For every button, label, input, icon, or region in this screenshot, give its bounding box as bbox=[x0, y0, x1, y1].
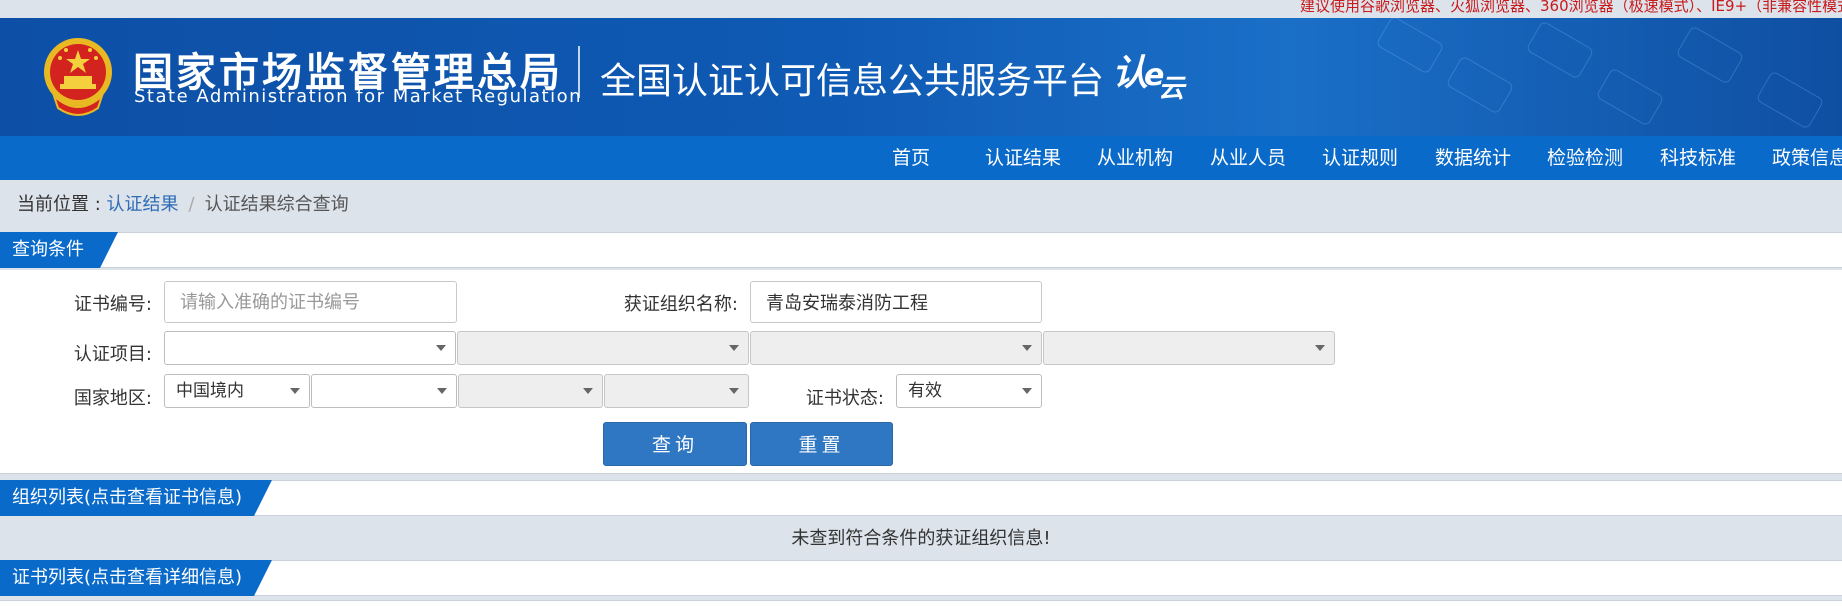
region-select-country[interactable]: 中国境内 bbox=[164, 374, 310, 408]
breadcrumb-link-cert-results[interactable]: 认证结果 bbox=[107, 194, 179, 215]
org-list-panel-header: 组织列表(点击查看证书信息) bbox=[0, 480, 1842, 516]
chevron-down-icon bbox=[583, 388, 593, 394]
breadcrumb: 当前位置 : 认证结果 / 认证结果综合查询 bbox=[17, 190, 349, 216]
decorative-hexagon bbox=[1525, 20, 1595, 80]
chevron-down-icon bbox=[437, 388, 447, 394]
chevron-down-icon bbox=[729, 388, 739, 394]
nav-item-home[interactable]: 首页 bbox=[892, 136, 930, 180]
select-value: 有效 bbox=[908, 381, 942, 401]
region-select-province[interactable] bbox=[311, 374, 457, 408]
breadcrumb-prefix: 当前位置 : bbox=[17, 194, 107, 215]
cert-project-select-1[interactable] bbox=[164, 331, 456, 365]
cert-project-select-4[interactable] bbox=[1043, 331, 1335, 365]
cert-list-panel-header: 证书列表(点击查看详细信息) bbox=[0, 560, 1842, 596]
header-divider bbox=[578, 46, 580, 98]
decorative-hexagon bbox=[1375, 18, 1445, 75]
browser-notice-bar: 建议使用谷歌浏览器、火狐浏览器、360浏览器（极速模式）、IE9+（非兼容性模式… bbox=[0, 0, 1842, 18]
select-value: 中国境内 bbox=[176, 381, 244, 401]
nav-item-cert-rules[interactable]: 认证规则 bbox=[1322, 136, 1398, 180]
search-button[interactable]: 查询 bbox=[603, 422, 747, 466]
site-header: 国家市场监督管理总局 State Administration for Mark… bbox=[0, 18, 1842, 136]
cert-status-select[interactable]: 有效 bbox=[896, 374, 1042, 408]
region-select-district[interactable] bbox=[604, 374, 749, 408]
cert-project-select-2[interactable] bbox=[457, 331, 749, 365]
org-list-panel-title: 组织列表(点击查看证书信息) bbox=[0, 480, 272, 516]
breadcrumb-current: 认证结果综合查询 bbox=[204, 194, 349, 215]
nav-item-policy[interactable]: 政策信息 bbox=[1772, 136, 1842, 180]
decorative-hexagon bbox=[1595, 67, 1665, 127]
chevron-down-icon bbox=[290, 388, 300, 394]
nav-item-tech-standards[interactable]: 科技标准 bbox=[1660, 136, 1736, 180]
chevron-down-icon bbox=[436, 345, 446, 351]
brand-logo-part: 认 bbox=[1112, 53, 1149, 94]
region-select-city[interactable] bbox=[458, 374, 603, 408]
org-name-en: State Administration for Market Regulati… bbox=[134, 86, 582, 107]
query-panel-title: 查询条件 bbox=[0, 232, 118, 268]
query-form: 证书编号: 获证组织名称: 认证项目: 国家地区: 中国境内 证书状态: 有效 … bbox=[0, 270, 1842, 474]
cert-no-input[interactable] bbox=[164, 281, 457, 323]
nav-item-institutions[interactable]: 从业机构 bbox=[1097, 136, 1173, 180]
cert-project-select-3[interactable] bbox=[750, 331, 1042, 365]
brand-logo-part: 云 bbox=[1158, 74, 1185, 104]
main-nav: 首页 认证结果 从业机构 从业人员 认证规则 数据统计 检验检测 科技标准 政策… bbox=[0, 136, 1842, 180]
decorative-hexagon bbox=[1755, 70, 1825, 130]
cert-project-label: 认证项目: bbox=[73, 344, 152, 365]
query-panel-header: 查询条件 bbox=[0, 232, 1842, 268]
org-list-empty-message: 未查到符合条件的获证组织信息! bbox=[0, 522, 1842, 556]
nav-item-inspection[interactable]: 检验检测 bbox=[1547, 136, 1623, 180]
nav-item-statistics[interactable]: 数据统计 bbox=[1435, 136, 1511, 180]
chevron-down-icon bbox=[1315, 345, 1325, 351]
cert-no-label: 证书编号: bbox=[73, 294, 152, 315]
national-emblem-icon bbox=[44, 38, 112, 116]
breadcrumb-separator: / bbox=[188, 194, 195, 215]
nav-item-practitioners[interactable]: 从业人员 bbox=[1210, 136, 1286, 180]
cert-list-body bbox=[0, 600, 1842, 607]
chevron-down-icon bbox=[729, 345, 739, 351]
browser-notice: 建议使用谷歌浏览器、火狐浏览器、360浏览器（极速模式）、IE9+（非兼容性模式… bbox=[1300, 0, 1842, 15]
chevron-down-icon bbox=[1022, 388, 1032, 394]
reset-button[interactable]: 重置 bbox=[750, 422, 893, 466]
brand-logo: 认e云 bbox=[1112, 44, 1184, 104]
decorative-hexagon bbox=[1675, 25, 1745, 85]
platform-title: 全国认证认可信息公共服务平台 bbox=[600, 61, 1105, 102]
chevron-down-icon bbox=[1022, 345, 1032, 351]
org-name-label: 获证组织名称: bbox=[623, 294, 738, 315]
region-label: 国家地区: bbox=[73, 388, 152, 409]
decorative-hexagon bbox=[1445, 55, 1515, 115]
cert-status-label: 证书状态: bbox=[805, 388, 884, 409]
nav-item-cert-results[interactable]: 认证结果 bbox=[985, 136, 1061, 180]
org-name-input[interactable] bbox=[750, 281, 1042, 323]
cert-list-panel-title: 证书列表(点击查看详细信息) bbox=[0, 560, 272, 596]
